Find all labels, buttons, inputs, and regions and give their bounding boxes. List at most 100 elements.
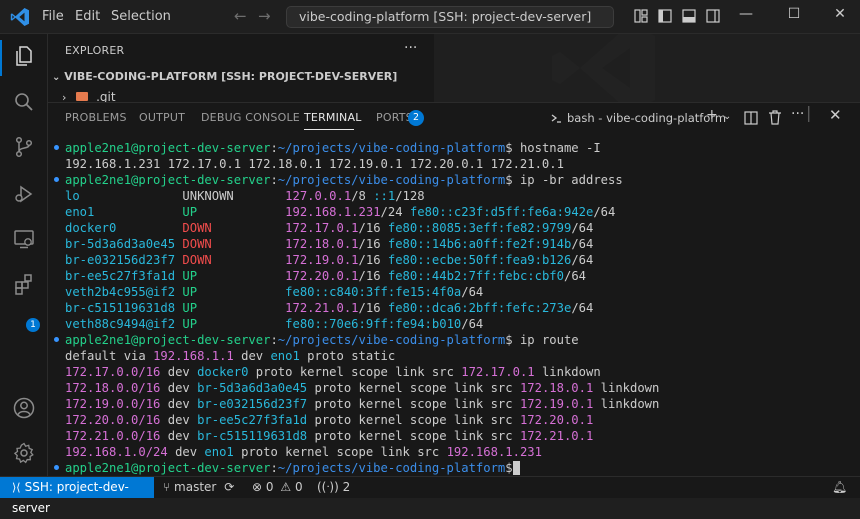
ipv6-mask: /64 bbox=[571, 221, 594, 235]
tab-terminal[interactable]: TERMINAL bbox=[304, 111, 362, 124]
kill-terminal-trash-icon[interactable] bbox=[768, 110, 782, 125]
route-src: 172.18.0.1 bbox=[519, 381, 594, 395]
explorer-icon[interactable] bbox=[12, 44, 36, 68]
warning-icon: ⚠ bbox=[280, 480, 292, 494]
interface-state: UP bbox=[182, 285, 286, 299]
vscode-watermark-icon bbox=[552, 34, 655, 102]
branch-indicator[interactable]: ⑂ master ⟳ bbox=[163, 480, 234, 494]
workspace-folder[interactable]: ⌄ VIBE-CODING-PLATFORM [SSH: PROJECT-DEV… bbox=[52, 70, 397, 83]
ipv6-mask: /128 bbox=[395, 189, 425, 203]
interface-name: veth2b4c955@if2 bbox=[65, 285, 183, 299]
command-decoration-icon[interactable] bbox=[54, 145, 59, 150]
close-window-icon[interactable]: ✕ bbox=[830, 6, 850, 22]
tab-problems[interactable]: PROBLEMS bbox=[65, 111, 127, 124]
route-text: proto kernel scope link src bbox=[307, 429, 520, 443]
terminal-line: 172.19.0.0/16 dev br-e032156d23f7 proto … bbox=[65, 396, 659, 412]
menu-edit[interactable]: Edit bbox=[75, 9, 100, 24]
tab-debug-console[interactable]: DEBUG CONSOLE bbox=[201, 111, 300, 124]
terminal-cursor bbox=[512, 461, 520, 475]
ipv6-address: fe80::8085:3eff:fe82:9799 bbox=[387, 221, 572, 235]
minimize-icon[interactable]: — bbox=[736, 6, 756, 22]
tab-output[interactable]: OUTPUT bbox=[139, 111, 185, 124]
more-actions-icon[interactable]: ··· bbox=[404, 40, 417, 56]
toggle-secondary-sidebar-icon[interactable] bbox=[706, 9, 720, 23]
customize-layout-icon[interactable] bbox=[634, 9, 648, 23]
explorer-sidebar: EXPLORER ··· ⌄ VIBE-CODING-PLATFORM [SSH… bbox=[48, 34, 434, 104]
toggle-panel-icon[interactable] bbox=[682, 9, 696, 23]
more-panel-actions-icon[interactable]: ··· bbox=[791, 106, 804, 122]
terminal-line: default via 192.168.1.1 dev eno1 proto s… bbox=[65, 348, 395, 364]
run-debug-icon[interactable] bbox=[12, 182, 36, 206]
interface-name: br-c515119631d8 bbox=[65, 301, 183, 315]
ports-badge: 2 bbox=[408, 110, 424, 126]
terminal-line: veth88c9494@if2 UP fe80::70e6:9ff:fe94:b… bbox=[65, 316, 483, 332]
interface-state: DOWN bbox=[182, 237, 286, 251]
interface-state: UP bbox=[182, 205, 286, 219]
ipv4-mask: /16 bbox=[358, 301, 388, 315]
prompt-sep: : bbox=[270, 141, 278, 155]
back-arrow-icon[interactable]: ← bbox=[234, 7, 247, 25]
route-text: dev bbox=[233, 349, 271, 363]
terminal-line: br-5d3a6d3a0e45 DOWN 172.18.0.1/16 fe80:… bbox=[65, 236, 593, 252]
terminal-line: veth2b4c955@if2 UP fe80::c840:3ff:fe15:4… bbox=[65, 284, 483, 300]
problems-indicator[interactable]: ⊗ 0 ⚠ 0 bbox=[252, 480, 303, 494]
interface-name: docker0 bbox=[65, 221, 183, 235]
remote-indicator[interactable]: ⟩⟨ SSH: project-dev-server bbox=[0, 477, 154, 515]
route-network: 172.20.0.0/16 bbox=[65, 413, 161, 427]
ipv4-mask: /16 bbox=[358, 269, 388, 283]
route-text: default via bbox=[65, 349, 154, 363]
ipv6-mask: /64 bbox=[593, 205, 616, 219]
interface-name: veth88c9494@if2 bbox=[65, 317, 183, 331]
menu-file[interactable]: File bbox=[42, 9, 64, 24]
title-bar: File Edit Selection ← → vibe-coding-plat… bbox=[0, 0, 860, 34]
remote-explorer-icon[interactable] bbox=[12, 227, 36, 251]
interface-name: br-e032156d23f7 bbox=[65, 253, 183, 267]
interface-state: UP bbox=[182, 317, 286, 331]
interface-state: UP bbox=[182, 269, 286, 283]
menu-selection[interactable]: Selection bbox=[111, 9, 171, 24]
command-center[interactable]: vibe-coding-platform [SSH: project-dev-s… bbox=[286, 6, 614, 28]
command-decoration-icon[interactable] bbox=[54, 465, 59, 470]
extensions-icon[interactable] bbox=[12, 272, 36, 296]
ipv6-address: fe80::ecbe:50ff:fea9:b126 bbox=[387, 253, 572, 267]
maximize-icon[interactable]: ☐ bbox=[784, 6, 804, 22]
sync-icon: ⟳ bbox=[224, 480, 235, 494]
notifications-bell-icon[interactable]: 🔔︎ bbox=[832, 480, 847, 494]
search-icon[interactable] bbox=[12, 90, 36, 114]
split-terminal-icon[interactable] bbox=[744, 111, 758, 125]
close-panel-icon[interactable]: ✕ bbox=[829, 106, 842, 124]
terminal-line: apple2ne1@project-dev-server:~/projects/… bbox=[65, 172, 623, 188]
accounts-icon[interactable] bbox=[12, 396, 36, 420]
route-text: proto kernel scope link src bbox=[248, 365, 462, 379]
toggle-primary-sidebar-icon[interactable] bbox=[658, 9, 672, 23]
forward-arrow-icon[interactable]: → bbox=[258, 7, 271, 25]
route-device: br-5d3a6d3a0e45 bbox=[197, 381, 308, 395]
source-control-icon[interactable] bbox=[12, 135, 36, 159]
new-terminal-plus-icon[interactable]: + bbox=[706, 107, 718, 123]
git-branch-icon: ⑂ bbox=[163, 480, 171, 494]
route-network: 192.168.1.0/24 bbox=[65, 445, 168, 459]
ipv6-mask: /64 bbox=[571, 237, 594, 251]
status-bar: ⟩⟨ SSH: project-dev-server ⑂ master ⟳ ⊗ 0… bbox=[0, 476, 860, 515]
terminal-line: eno1 UP 192.168.1.231/24 fe80::c23f:d5ff… bbox=[65, 204, 615, 220]
terminal-name[interactable]: bash - vibe-coding-platform bbox=[567, 111, 726, 125]
manage-gear-icon[interactable] bbox=[12, 441, 36, 465]
terminal-line: 172.21.0.0/16 dev br-c515119631d8 proto … bbox=[65, 428, 593, 444]
ipv6-address: fe80::c840:3ff:fe15:4f0a bbox=[285, 285, 462, 299]
ipv4-mask: /8 bbox=[351, 189, 374, 203]
terminal-line: lo UNKNOWN 127.0.0.1/8 ::1/128 bbox=[65, 188, 425, 204]
active-indicator bbox=[0, 40, 2, 76]
vscode-logo-icon bbox=[10, 8, 30, 26]
ports-indicator[interactable]: ((ᐧ)) 2 bbox=[317, 480, 350, 494]
terminal-line: 192.168.1.0/24 dev eno1 proto kernel sco… bbox=[65, 444, 542, 460]
terminal-dropdown-chevron-icon[interactable]: ⌄ bbox=[723, 111, 731, 122]
bottom-panel: PROBLEMS OUTPUT DEBUG CONSOLE TERMINAL P… bbox=[48, 102, 860, 476]
command-decoration-icon[interactable] bbox=[54, 177, 59, 182]
route-src: 172.19.0.1 bbox=[519, 397, 594, 411]
terminal-line: apple2ne1@project-dev-server:~/projects/… bbox=[65, 332, 579, 348]
prompt-path: ~/projects/vibe-coding-platform bbox=[277, 461, 506, 475]
command-decoration-icon[interactable] bbox=[54, 337, 59, 342]
workspace-folder-label: VIBE-CODING-PLATFORM [SSH: PROJECT-DEV-S… bbox=[64, 70, 398, 83]
ipv4-address: 192.168.1.231 bbox=[285, 205, 381, 219]
sidebar-title: EXPLORER bbox=[65, 44, 125, 57]
